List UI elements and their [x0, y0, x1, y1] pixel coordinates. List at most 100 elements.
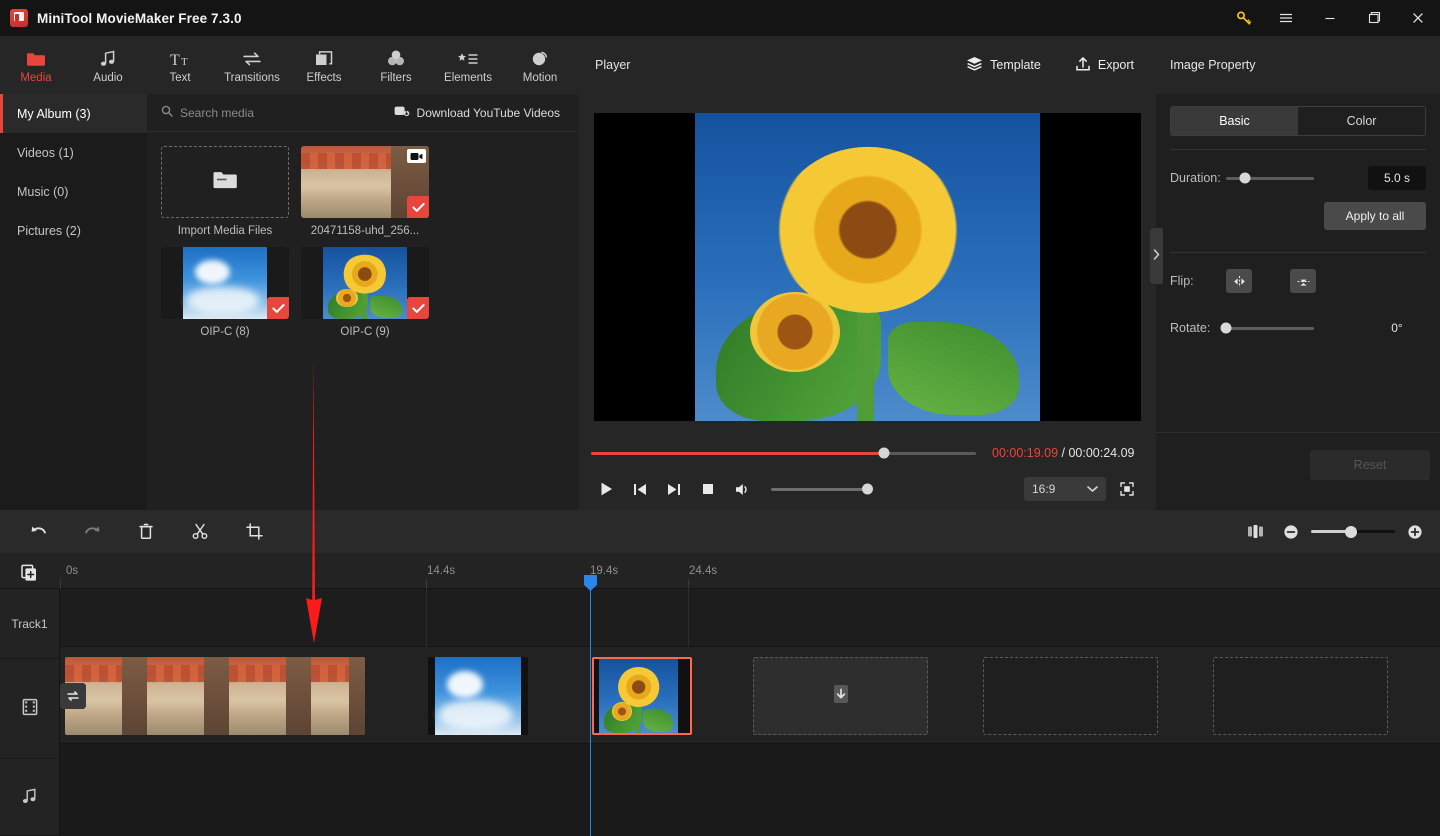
pillarbox-right — [1040, 113, 1141, 421]
track1-row[interactable] — [60, 589, 1440, 647]
volume-handle[interactable] — [862, 483, 873, 495]
minimize-icon[interactable] — [1308, 0, 1352, 36]
media-topbar: Search media Download YouTube Videos — [147, 94, 579, 132]
folder-icon — [26, 47, 46, 68]
apply-to-all-button[interactable]: Apply to all — [1324, 202, 1426, 230]
sidebar-item-pictures[interactable]: Pictures (2) — [0, 211, 147, 250]
timeline-zoom-group — [1244, 521, 1426, 543]
apply-all-row: Apply to all — [1156, 190, 1440, 230]
playback-progress-slider[interactable] — [591, 447, 976, 459]
split-button[interactable] — [183, 517, 217, 547]
toolbar-item-motion[interactable]: Motion — [504, 36, 576, 94]
key-icon[interactable] — [1224, 0, 1264, 36]
toolbar-label-effects: Effects — [306, 71, 342, 84]
progress-fill — [591, 451, 884, 455]
tab-basic[interactable]: Basic — [1171, 107, 1298, 135]
menu-icon[interactable] — [1264, 0, 1308, 36]
previous-frame-button[interactable] — [623, 474, 657, 504]
template-label: Template — [990, 58, 1041, 72]
crop-button[interactable] — [237, 517, 271, 547]
rotate-handle[interactable] — [1220, 322, 1232, 334]
selected-check-icon[interactable] — [407, 196, 429, 218]
sidebar-item-my-album[interactable]: My Album (3) — [0, 94, 147, 133]
sidebar-item-music[interactable]: Music (0) — [0, 172, 147, 211]
toolbar-item-media[interactable]: Media — [0, 36, 72, 94]
import-media-button[interactable] — [161, 146, 289, 218]
progress-handle[interactable] — [878, 447, 890, 459]
media-thumbnail[interactable] — [301, 247, 429, 319]
zoom-handle[interactable] — [1345, 525, 1358, 538]
toolbar-item-text[interactable]: TT Text — [144, 36, 216, 94]
stop-button[interactable] — [691, 474, 725, 504]
table-row clip-sky[interactable] — [428, 657, 528, 735]
next-frame-button[interactable] — [657, 474, 691, 504]
duration-value[interactable]: 5.0 s — [1368, 166, 1426, 190]
add-track-icon[interactable] — [19, 562, 41, 582]
audio-track-header[interactable] — [0, 759, 59, 836]
clip-placeholder-2[interactable] — [983, 657, 1158, 735]
panel-collapse-handle[interactable] — [1150, 228, 1163, 284]
fullscreen-button[interactable] — [1112, 476, 1142, 502]
tab-color[interactable]: Color — [1298, 107, 1425, 135]
media-thumbnail[interactable] — [301, 146, 429, 218]
close-icon[interactable] — [1396, 0, 1440, 36]
zoom-out-icon[interactable] — [1280, 521, 1302, 543]
redo-button[interactable] — [75, 517, 109, 547]
clip-placeholder-3[interactable] — [1213, 657, 1388, 735]
selected-check-icon[interactable] — [267, 297, 289, 319]
table-row clip-sunflower[interactable] — [592, 657, 692, 735]
toolbar-item-filters[interactable]: Filters — [360, 36, 432, 94]
toolbar-item-transitions[interactable]: Transitions — [216, 36, 288, 94]
player-preview[interactable] — [594, 113, 1141, 421]
download-youtube-button[interactable]: Download YouTube Videos — [387, 100, 567, 125]
preview-image-sunflower — [695, 113, 1040, 421]
media-item-sky[interactable]: OIP-C (8) — [161, 247, 289, 338]
media-item-label: 20471158-uhd_256... — [310, 225, 420, 237]
volume-button[interactable] — [725, 474, 759, 504]
duration-handle[interactable] — [1239, 172, 1251, 184]
player-title: Player — [595, 58, 631, 72]
sidebar-item-videos[interactable]: Videos (1) — [0, 133, 147, 172]
flip-vertical-icon[interactable] — [1290, 269, 1316, 293]
transition-button-6[interactable] — [60, 683, 86, 709]
timeline-zoom-slider[interactable] — [1311, 525, 1395, 538]
media-item-sunflower[interactable]: OIP-C (9) — [301, 247, 429, 338]
film-strip-icon — [21, 698, 39, 719]
flip-horizontal-icon[interactable] — [1226, 269, 1252, 293]
property-divider-2 — [1170, 252, 1426, 253]
play-button[interactable] — [589, 474, 623, 504]
video-track-header[interactable] — [0, 659, 59, 759]
search-input[interactable]: Search media — [161, 105, 387, 120]
split-view-icon[interactable] — [1244, 521, 1266, 543]
export-button[interactable]: Export — [1067, 50, 1142, 81]
table-row clip-town[interactable] — [65, 657, 365, 735]
duration-slider[interactable] — [1226, 172, 1314, 184]
reset-button[interactable]: Reset — [1310, 450, 1430, 480]
toolbar-item-effects[interactable]: Effects — [288, 36, 360, 94]
timeline-ruler[interactable]: 0s 14.4s 19.4s 24.4s — [0, 553, 1440, 591]
download-youtube-label: Download YouTube Videos — [416, 105, 560, 120]
template-button[interactable]: Template — [958, 50, 1049, 80]
clip-placeholder-1[interactable] — [753, 657, 928, 735]
audio-track-row[interactable] — [60, 744, 1440, 836]
maximize-icon[interactable] — [1352, 0, 1396, 36]
volume-slider[interactable] — [771, 483, 873, 495]
delete-button[interactable] — [129, 517, 163, 547]
media-thumbnail[interactable] — [161, 247, 289, 319]
undo-button[interactable] — [21, 517, 55, 547]
media-item-video[interactable]: 20471158-uhd_256... — [301, 146, 429, 237]
rotate-slider[interactable] — [1220, 322, 1314, 334]
video-track-row[interactable] — [60, 647, 1440, 744]
selected-check-icon[interactable] — [407, 297, 429, 319]
pillarbox-left — [594, 113, 695, 421]
aspect-ratio-select[interactable]: 16:9 — [1024, 477, 1106, 501]
zoom-in-icon[interactable] — [1404, 521, 1426, 543]
apply-to-all-label: Apply to all — [1345, 209, 1405, 223]
timeline-track-area[interactable] — [60, 589, 1440, 836]
toolbar-item-elements[interactable]: Elements — [432, 36, 504, 94]
toolbar-label-audio: Audio — [93, 71, 123, 84]
chevron-down-icon — [1087, 482, 1098, 496]
sidebar-label-music: Music (0) — [17, 184, 69, 199]
tab-color-label: Color — [1346, 114, 1377, 128]
toolbar-item-audio[interactable]: Audio — [72, 36, 144, 94]
